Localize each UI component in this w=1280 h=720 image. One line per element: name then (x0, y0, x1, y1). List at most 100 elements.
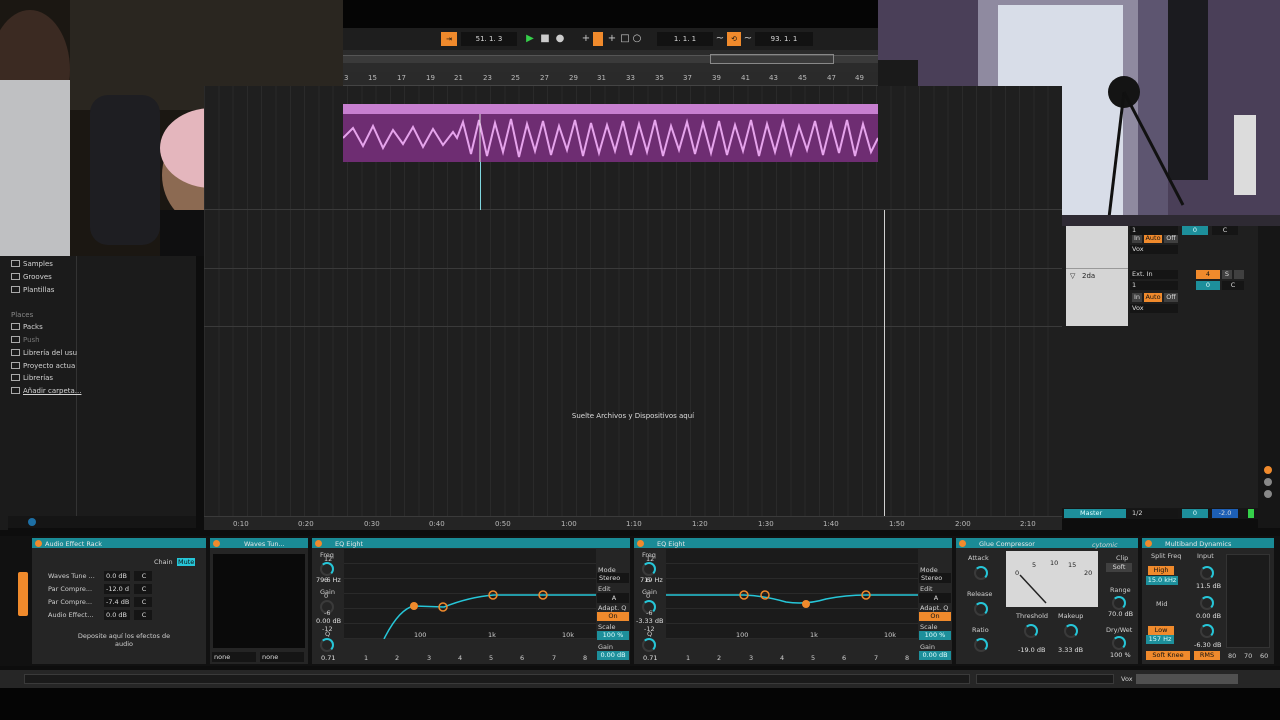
browser-item-samples[interactable]: Samples (11, 260, 53, 268)
device-title[interactable]: Multiband Dynamics (1165, 540, 1231, 548)
band-number[interactable]: 4 (458, 654, 462, 662)
chain-volume[interactable]: -12.0 d (104, 584, 130, 594)
plugin-display[interactable] (213, 554, 305, 648)
channel-select[interactable]: 1 (1130, 226, 1178, 235)
zoom-icon[interactable] (1264, 466, 1272, 474)
track-volume[interactable]: 0 (1182, 226, 1208, 235)
chain-pan[interactable]: C (134, 597, 152, 607)
clip-header[interactable] (343, 104, 878, 114)
record-icon[interactable]: ● (553, 32, 567, 46)
low-input-value[interactable]: -6.30 dB (1194, 641, 1221, 649)
band-number[interactable]: 7 (552, 654, 556, 662)
low-band-toggle[interactable]: Low (1148, 626, 1174, 635)
master-name[interactable]: Master (1064, 509, 1126, 518)
clip-overview[interactable] (1136, 674, 1238, 684)
scroll-up-icon[interactable] (1264, 478, 1272, 486)
scroll-down-icon[interactable] (1264, 490, 1272, 498)
output-select[interactable]: Vox (1130, 304, 1178, 313)
track-pan[interactable]: C (1212, 226, 1238, 235)
track-header-2[interactable]: ▽ 2da (1066, 268, 1128, 326)
track-header-1[interactable] (1066, 226, 1128, 268)
gain-value[interactable]: -3.33 dB (636, 617, 663, 625)
high-input-value[interactable]: 11.5 dB (1196, 582, 1221, 590)
chain-name[interactable]: Audio Effect... (48, 611, 93, 619)
band-number[interactable]: 8 (583, 654, 587, 662)
output-select[interactable]: Vox (1130, 245, 1178, 254)
chain-pan[interactable]: C (134, 610, 152, 620)
play-icon[interactable]: ▶ (523, 32, 537, 46)
fold-icon[interactable]: ▽ (1070, 272, 1075, 280)
device-title[interactable]: EQ Eight (335, 540, 363, 548)
q-knob[interactable] (642, 638, 656, 652)
monitor-in-button[interactable]: In (1132, 293, 1142, 302)
makeup-value[interactable]: 3.33 dB (1058, 646, 1083, 654)
punch-in-icon[interactable]: ~ (713, 32, 727, 46)
band-number[interactable]: 6 (842, 654, 846, 662)
chain-volume[interactable]: 0.0 dB (104, 610, 130, 620)
drywet-value[interactable]: 100 % (1110, 651, 1131, 659)
device-title[interactable]: Glue Compressor (979, 540, 1035, 548)
device-on-icon[interactable] (213, 540, 220, 547)
band-number[interactable]: 3 (749, 654, 753, 662)
track-name[interactable]: 2da (1082, 272, 1095, 280)
band-number[interactable]: 7 (874, 654, 878, 662)
add-folder-link[interactable]: Añadir carpeta... (11, 387, 81, 395)
device-on-icon[interactable] (1145, 540, 1152, 547)
q-value[interactable]: 0.71 (321, 654, 335, 662)
master-gain[interactable]: -2.0 (1212, 509, 1238, 518)
track-volume[interactable]: 0 (1196, 281, 1220, 290)
plugin-select-1[interactable]: none (212, 652, 256, 662)
chain-name[interactable]: Waves Tune ... (48, 572, 95, 580)
place-item-project[interactable]: Proyecto actua (11, 362, 75, 370)
monitor-off-button[interactable]: Off (1164, 293, 1178, 302)
monitor-auto-button[interactable]: Auto (1144, 234, 1162, 243)
makeup-knob[interactable] (1064, 624, 1078, 638)
plugin-select-2[interactable]: none (260, 652, 304, 662)
chain-volume[interactable]: 0.0 dB (104, 571, 130, 581)
track-pan[interactable]: C (1222, 281, 1244, 290)
output-gain-value[interactable]: 0.00 dB (919, 651, 951, 660)
master-track[interactable]: Master 1/2 0 -2.0 (1062, 508, 1258, 519)
output-gain-value[interactable]: 0.00 dB (597, 651, 629, 660)
input-type-select[interactable]: Ext. In (1130, 270, 1178, 279)
monitor-in-button[interactable]: In (1132, 234, 1142, 243)
follow-button[interactable]: ⇥ (441, 32, 457, 46)
eq-graph[interactable]: 12 6 0 -6 -12 100 1k 10k (644, 549, 918, 639)
edit-select[interactable]: A (597, 593, 629, 603)
master-route-select[interactable]: 1/2 (1130, 509, 1178, 518)
band-number[interactable]: 1 (686, 654, 690, 662)
range-knob[interactable] (1112, 596, 1126, 610)
rack-macro-buttons[interactable] (18, 572, 28, 616)
freq-value[interactable]: 79.6 Hz (316, 576, 341, 584)
overdub-icon[interactable]: + (579, 32, 593, 46)
release-knob[interactable] (974, 602, 988, 616)
punch-out-icon[interactable]: ~ (741, 32, 755, 46)
high-input-knob[interactable] (1200, 566, 1214, 580)
band-number[interactable]: 4 (780, 654, 784, 662)
chain-pan[interactable]: C (134, 571, 152, 581)
device-on-icon[interactable] (315, 540, 322, 547)
arrangement-overview[interactable] (343, 50, 878, 72)
channel-select[interactable]: 1 (1130, 281, 1178, 290)
device-title[interactable]: Waves Tun... (244, 540, 285, 548)
chain-volume[interactable]: -7.4 dB (104, 597, 130, 607)
band-number[interactable]: 2 (395, 654, 399, 662)
range-value[interactable]: 70.0 dB (1108, 610, 1133, 618)
high-freq-value[interactable]: 15.0 kHz (1146, 576, 1178, 585)
place-item-push[interactable]: Push (11, 336, 40, 344)
ratio-knob[interactable] (974, 638, 988, 652)
freq-value[interactable]: 719 Hz (640, 576, 663, 584)
monitor-off-button[interactable]: Off (1164, 234, 1178, 243)
soft-knee-toggle[interactable]: Soft Knee (1146, 651, 1190, 660)
band-number[interactable]: 3 (427, 654, 431, 662)
chain-pan[interactable]: C (134, 584, 152, 594)
scale-value[interactable]: 100 % (919, 631, 951, 640)
session-record-icon[interactable]: ○ (630, 32, 644, 46)
rms-toggle[interactable]: RMS (1194, 651, 1220, 660)
loop-toggle-icon[interactable]: ⟲ (727, 32, 741, 46)
mute-toggle[interactable]: Mute (177, 558, 196, 566)
mode-select[interactable]: Stereo (919, 573, 951, 583)
mid-input-knob[interactable] (1200, 596, 1214, 610)
place-item-packs[interactable]: Packs (11, 323, 43, 331)
adaptq-toggle[interactable]: On (597, 612, 629, 621)
